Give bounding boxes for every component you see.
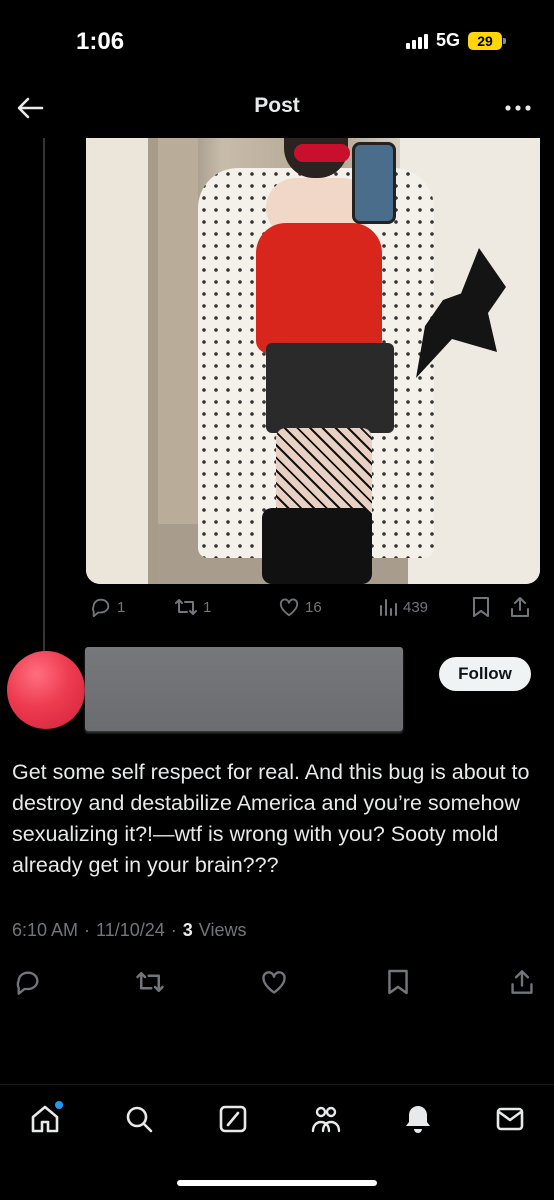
view-count: 439 xyxy=(403,598,429,616)
view-count-button[interactable]: 439 xyxy=(378,597,428,617)
grok-icon xyxy=(219,1105,247,1133)
redacted-user-name xyxy=(85,647,403,731)
meta-separator: · xyxy=(170,920,177,940)
more-horizontal-icon xyxy=(505,105,531,111)
reply-action-bar xyxy=(0,962,554,1002)
nav-notifications[interactable] xyxy=(398,1099,438,1139)
nav-grok[interactable] xyxy=(213,1099,253,1139)
reply-count-button[interactable]: 1 xyxy=(90,596,125,618)
home-indicator[interactable] xyxy=(177,1180,377,1186)
status-time: 1:06 xyxy=(76,28,125,55)
post-date: 11/10/24 xyxy=(96,920,165,940)
bookmark-icon xyxy=(388,969,408,995)
post-time: 6:10 AM xyxy=(12,920,79,940)
repost-count-button[interactable]: 1 xyxy=(174,596,211,618)
meta-separator: · xyxy=(84,920,91,940)
repost-icon xyxy=(136,972,164,992)
notification-dot xyxy=(55,1101,63,1109)
repost-count: 1 xyxy=(203,598,212,616)
like-count-button[interactable]: 16 xyxy=(278,597,322,617)
messages-icon xyxy=(496,1107,524,1131)
nav-messages[interactable] xyxy=(490,1099,530,1139)
reply-text: Get some self respect for real. And this… xyxy=(12,760,530,877)
post-engagement-bar: 1 1 16 439 xyxy=(86,592,540,622)
share-icon xyxy=(511,970,533,994)
search-icon xyxy=(126,1106,153,1133)
network-type: 5G xyxy=(435,30,460,50)
share-icon xyxy=(511,597,529,617)
reply-icon xyxy=(16,971,39,995)
analytics-icon xyxy=(380,599,397,616)
share-button[interactable] xyxy=(506,966,538,998)
like-button[interactable] xyxy=(258,966,290,998)
reply-button[interactable] xyxy=(12,966,44,998)
share-button[interactable] xyxy=(510,596,530,618)
thread-line xyxy=(43,138,45,653)
page-title: Post xyxy=(254,94,300,117)
repost-icon xyxy=(175,599,197,615)
nav-communities[interactable] xyxy=(306,1099,346,1139)
heart-icon xyxy=(279,598,299,617)
repost-button[interactable] xyxy=(134,966,166,998)
more-button[interactable] xyxy=(500,92,536,124)
communities-icon xyxy=(311,1106,341,1133)
avatar[interactable] xyxy=(7,651,85,729)
like-count: 16 xyxy=(305,598,322,616)
reply-count: 1 xyxy=(117,598,126,616)
bookmark-button[interactable] xyxy=(382,966,414,998)
battery-level: 29 xyxy=(468,31,502,50)
reply-icon xyxy=(92,598,110,618)
bookmark-icon xyxy=(473,597,489,617)
post-image[interactable] xyxy=(86,138,540,584)
battery-icon: 29 xyxy=(468,31,506,50)
views-count: 3 xyxy=(182,920,193,940)
follow-button[interactable]: Follow xyxy=(439,657,531,691)
bookmark-button[interactable] xyxy=(472,596,490,618)
notifications-icon xyxy=(406,1106,430,1133)
views-label: Views xyxy=(198,920,247,940)
status-bar: 1:06 5G 29 xyxy=(0,0,554,80)
nav-home[interactable] xyxy=(25,1099,65,1139)
status-indicators: 5G 29 xyxy=(405,30,506,51)
heart-icon xyxy=(262,971,286,994)
signal-icon xyxy=(405,33,428,49)
post-header: Post xyxy=(0,80,554,136)
nav-search[interactable] xyxy=(119,1099,159,1139)
post-meta: 6:10 AM · 11/10/24 · 3 Views xyxy=(12,920,542,941)
